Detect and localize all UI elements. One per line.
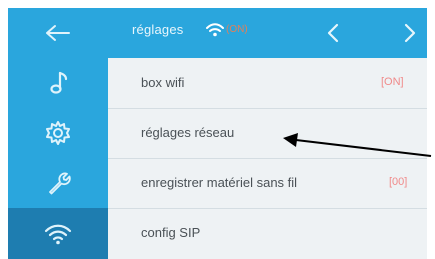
wifi-status-icon xyxy=(206,23,224,37)
menu-item-register-wireless[interactable]: enregistrer matériel sans fil [00] xyxy=(108,158,427,209)
page-title: réglages xyxy=(132,22,184,37)
sidebar-item-tools[interactable] xyxy=(8,158,108,208)
wrench-icon xyxy=(49,172,71,195)
gear-icon xyxy=(46,121,70,145)
menu-item-value: [00] xyxy=(389,176,408,188)
menu-item-sip-config[interactable]: config SIP xyxy=(108,208,427,258)
sidebar xyxy=(8,8,108,259)
menu-item-label: box wifi xyxy=(141,75,185,90)
menu-item-label: enregistrer matériel sans fil xyxy=(141,175,298,190)
sidebar-item-sound[interactable] xyxy=(8,58,108,108)
menu-item-label: réglages réseau xyxy=(141,125,235,140)
menu-item-box-wifi[interactable]: box wifi [ON] xyxy=(108,58,427,109)
menu-item-label: config SIP xyxy=(141,225,201,240)
menu-item-value: [ON] xyxy=(381,76,404,88)
sidebar-item-wifi[interactable] xyxy=(8,208,108,259)
next-page-button[interactable] xyxy=(397,20,423,46)
menu-item-network-settings[interactable]: réglages réseau xyxy=(108,108,427,159)
intercom-device: réglages (ON) box wifi [ON] réglages rés… xyxy=(0,0,435,259)
chevron-left-icon xyxy=(327,23,339,43)
wifi-icon xyxy=(44,224,72,244)
wifi-status-text: (ON) xyxy=(226,24,248,35)
settings-menu: box wifi [ON] réglages réseau enregistre… xyxy=(108,58,427,259)
previous-page-button[interactable] xyxy=(320,20,346,46)
sidebar-item-settings[interactable] xyxy=(8,108,108,158)
music-note-icon xyxy=(50,71,68,94)
back-button[interactable] xyxy=(8,8,108,58)
screen: réglages (ON) box wifi [ON] réglages rés… xyxy=(8,8,427,259)
back-arrow-icon xyxy=(46,25,70,41)
header-bar: réglages (ON) xyxy=(108,8,427,58)
chevron-right-icon xyxy=(404,23,416,43)
